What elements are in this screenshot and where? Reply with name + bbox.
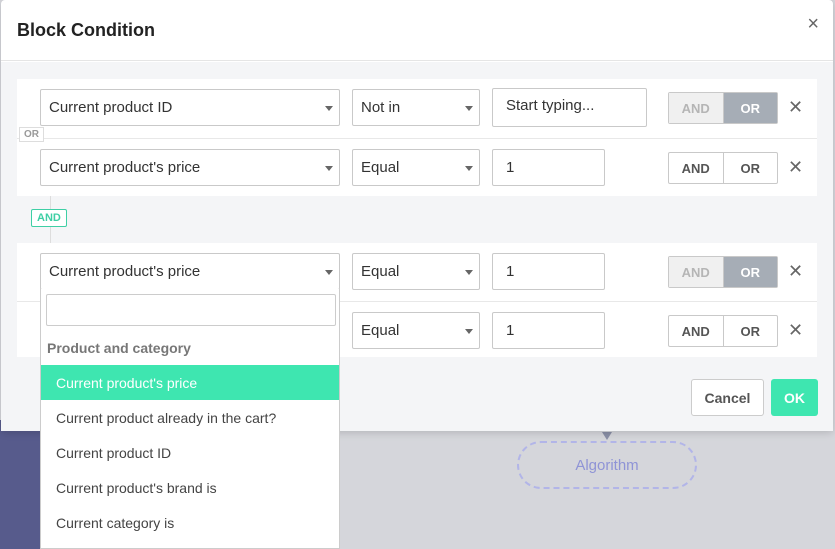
- remove-row-icon[interactable]: ✕: [788, 157, 803, 178]
- dropdown-search-input[interactable]: [46, 294, 336, 326]
- operator-select[interactable]: Equal: [352, 149, 480, 186]
- chevron-down-icon: [465, 270, 473, 275]
- chevron-down-icon: [325, 270, 333, 275]
- value-input[interactable]: 1: [492, 253, 605, 290]
- value-input[interactable]: Start typing...: [492, 88, 647, 127]
- dropdown-option[interactable]: Current product ID: [41, 435, 339, 470]
- field-dropdown-menu: Product and category Current product's p…: [40, 289, 340, 549]
- operator-select-value: Equal: [361, 263, 400, 280]
- group-and-badge: AND: [31, 209, 67, 227]
- or-toggle-button[interactable]: OR: [724, 153, 778, 183]
- remove-row-icon[interactable]: ✕: [788, 261, 803, 282]
- operator-select-value: Equal: [361, 322, 400, 339]
- dropdown-option-list: Current product's price Current product …: [41, 365, 339, 540]
- and-toggle-button[interactable]: AND: [669, 257, 724, 287]
- algorithm-node[interactable]: Algorithm: [517, 441, 697, 489]
- logic-toggle: AND OR: [668, 256, 778, 288]
- field-select-value: Current product's price: [49, 159, 201, 176]
- background-sidebar: [0, 420, 40, 549]
- logic-toggle: AND OR: [668, 315, 778, 347]
- field-select-value: Current product ID: [49, 99, 173, 116]
- chevron-down-icon: [325, 166, 333, 171]
- condition-row: Current product ID Not in Start typing..…: [17, 79, 817, 137]
- or-toggle-button[interactable]: OR: [723, 93, 777, 123]
- or-toggle-button[interactable]: OR: [724, 316, 778, 346]
- modal-header: Block Condition ×: [1, 0, 833, 61]
- operator-select[interactable]: Equal: [352, 312, 480, 349]
- dropdown-option[interactable]: Current product's price: [41, 365, 339, 400]
- field-select-value: Current product's price: [49, 263, 201, 280]
- chevron-down-icon: [465, 106, 473, 111]
- chevron-down-icon: [325, 106, 333, 111]
- chevron-down-icon: [465, 329, 473, 334]
- operator-select-value: Not in: [361, 99, 401, 116]
- condition-row: Current product's price Equal 1 AND OR ✕: [17, 138, 817, 196]
- condition-group-1: Current product ID Not in Start typing..…: [17, 79, 817, 196]
- and-toggle-button[interactable]: AND: [669, 153, 724, 183]
- dropdown-option[interactable]: Current product already in the cart?: [41, 400, 339, 435]
- and-toggle-button[interactable]: AND: [669, 93, 724, 123]
- modal-title: Block Condition: [17, 20, 155, 40]
- dropdown-option[interactable]: Current product's brand is: [41, 470, 339, 505]
- flow-arrow-icon: [602, 432, 612, 440]
- close-icon[interactable]: ×: [807, 14, 819, 34]
- and-toggle-button[interactable]: AND: [669, 316, 724, 346]
- remove-row-icon[interactable]: ✕: [788, 320, 803, 341]
- cancel-button[interactable]: Cancel: [691, 379, 764, 416]
- field-select[interactable]: Current product ID: [40, 89, 340, 126]
- logic-toggle: AND OR: [668, 152, 778, 184]
- logic-toggle: AND OR: [668, 92, 778, 124]
- operator-select[interactable]: Equal: [352, 253, 480, 290]
- operator-select[interactable]: Not in: [352, 89, 480, 126]
- remove-row-icon[interactable]: ✕: [788, 97, 803, 118]
- field-select[interactable]: Current product's price: [40, 149, 340, 186]
- field-select[interactable]: Current product's price: [40, 253, 340, 290]
- dropdown-option[interactable]: Current category is: [41, 505, 339, 540]
- row-or-badge: OR: [19, 127, 44, 142]
- or-toggle-button[interactable]: OR: [723, 257, 777, 287]
- value-input[interactable]: 1: [492, 149, 605, 186]
- dropdown-group-label: Product and category: [47, 340, 191, 356]
- chevron-down-icon: [465, 166, 473, 171]
- value-input[interactable]: 1: [492, 312, 605, 349]
- ok-button[interactable]: OK: [771, 379, 818, 416]
- operator-select-value: Equal: [361, 159, 400, 176]
